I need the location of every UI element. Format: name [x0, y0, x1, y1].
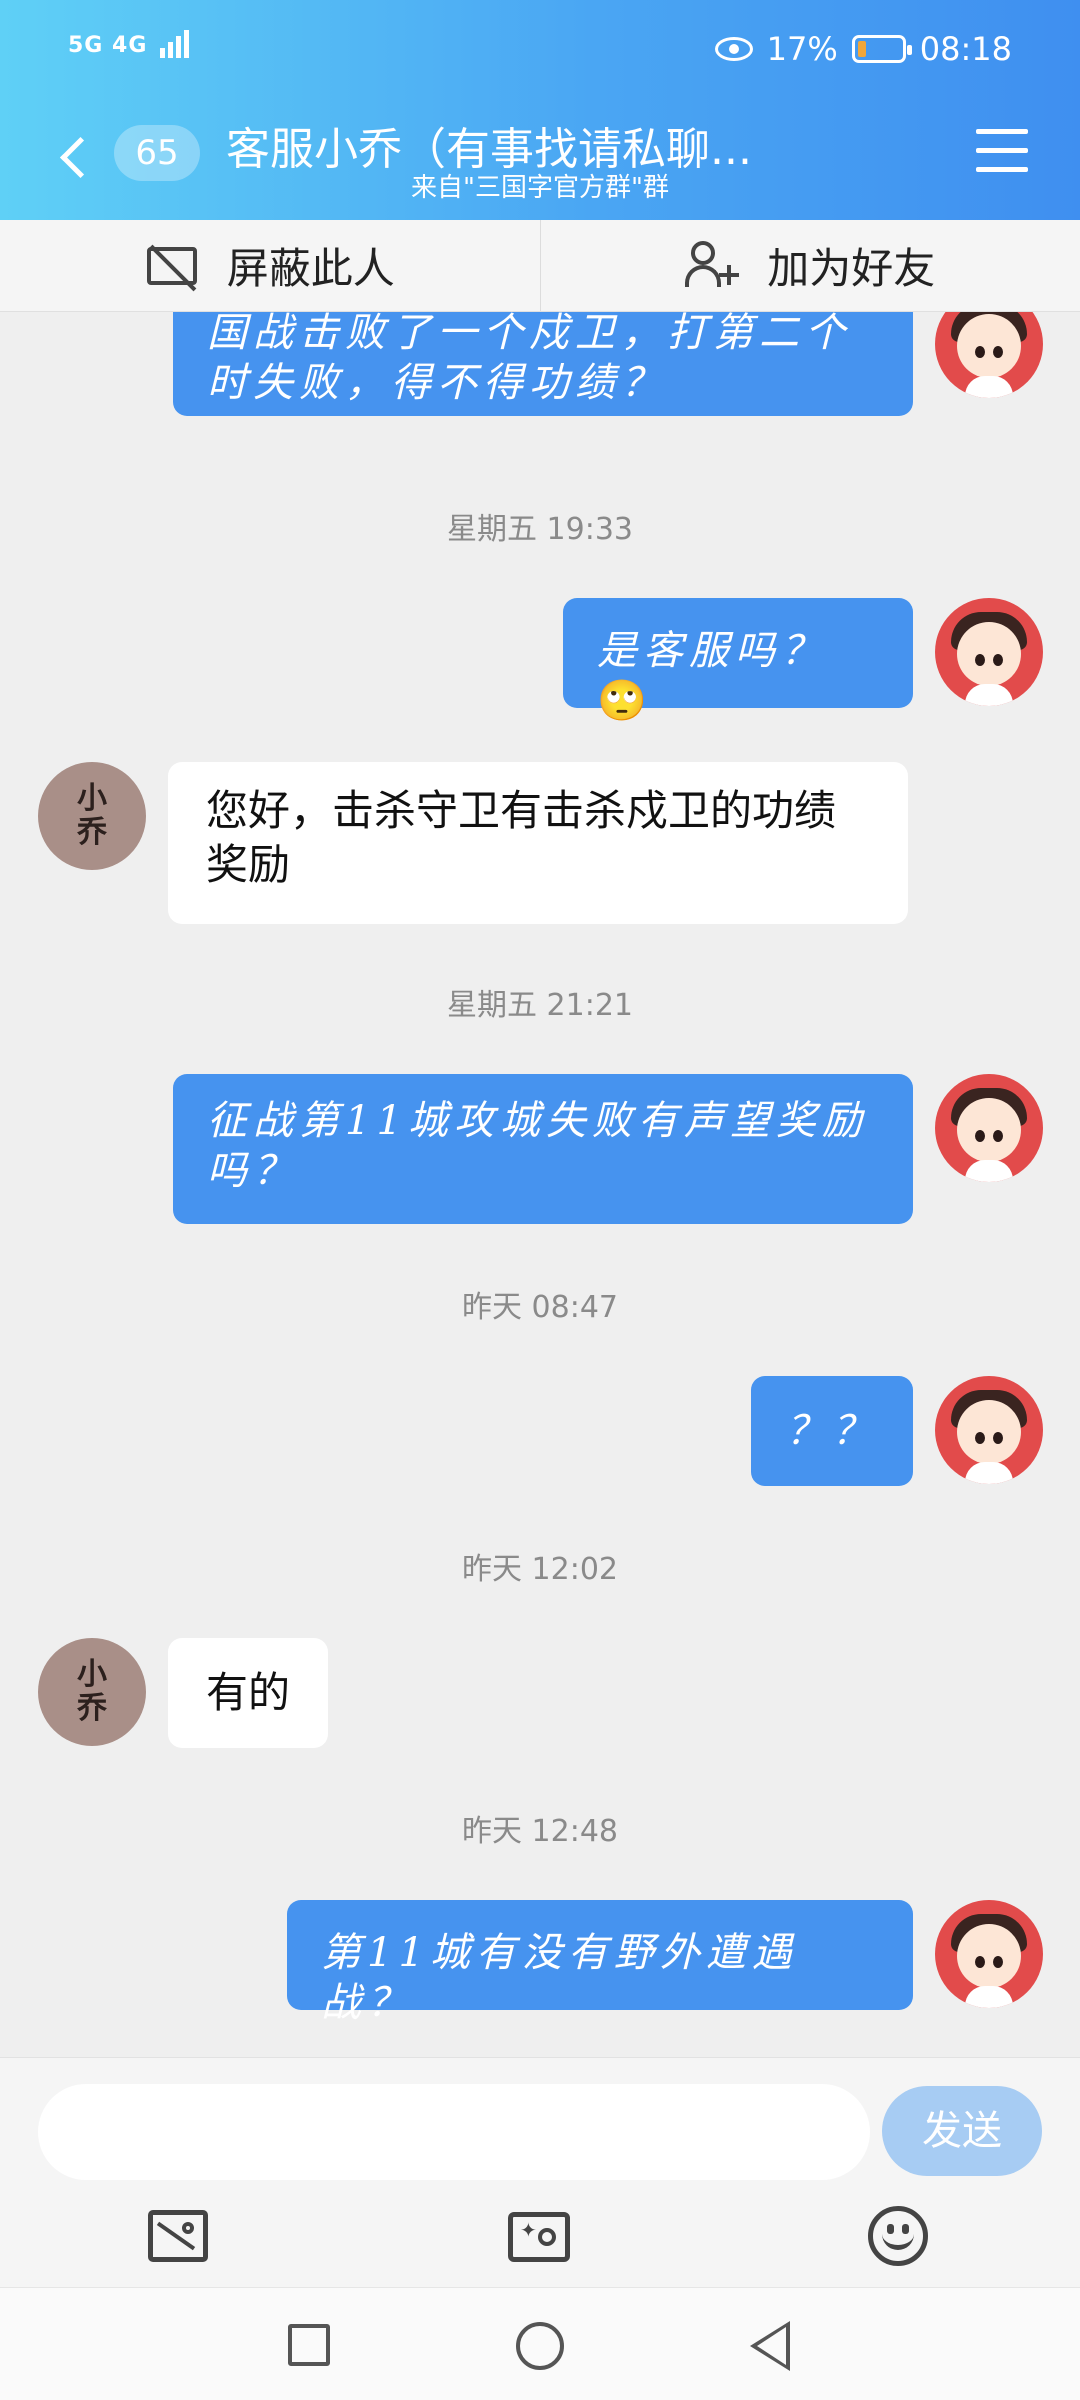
home-button[interactable]	[516, 2322, 564, 2370]
cs-avatar-text: 小乔	[77, 1657, 107, 1726]
message-bubble-outgoing[interactable]: 第11城有没有野外遭遇战？	[287, 1900, 913, 2026]
message-text: ？？	[786, 1408, 878, 1454]
camera-icon[interactable]: ✦	[506, 2206, 572, 2266]
timestamp: 昨天 08:47	[462, 1290, 618, 1325]
battery-percent: 17%	[766, 30, 838, 68]
nav-bar: 65 客服小乔（有事找请私聊... 来自"三国字官方群"群	[0, 105, 1080, 220]
timestamp: 星期五 21:21	[447, 988, 633, 1023]
message-text: 有的	[206, 1668, 291, 1717]
send-button[interactable]: 发送	[882, 2086, 1042, 2176]
message-text: 第11城有没有野外遭遇战？	[321, 1930, 798, 2026]
message-bubble-outgoing[interactable]: 国战击败了一个戍卫，打第二个时失败，得不得功绩？	[173, 312, 913, 416]
message-text: 征战第11城攻城失败有声望奖励吗？	[207, 1098, 868, 1194]
block-user-button[interactable]: 屏蔽此人	[0, 220, 540, 311]
status-time: 08:18	[919, 30, 1012, 68]
cs-avatar-text: 小乔	[77, 781, 107, 850]
block-label: 屏蔽此人	[226, 244, 395, 293]
battery-icon	[851, 35, 912, 63]
message-bubble-incoming[interactable]: 有的	[168, 1638, 328, 1748]
timestamp: 昨天 12:02	[462, 1552, 618, 1587]
network-signal: 5G 4G	[68, 30, 192, 58]
emoji: 🙄	[597, 678, 647, 724]
action-bar: 屏蔽此人 加为好友	[0, 220, 1080, 312]
cs-avatar[interactable]: 小乔	[38, 762, 146, 870]
input-bar: 发送 ✦	[0, 2057, 1080, 2287]
my-avatar[interactable]	[935, 1900, 1043, 2008]
image-icon[interactable]	[146, 2206, 212, 2266]
add-friend-button[interactable]: 加为好友	[539, 220, 1080, 311]
message-bubble-incoming[interactable]: 您好，击杀守卫有击杀戍卫的功绩奖励	[168, 762, 908, 924]
timestamp: 星期五 19:33	[447, 512, 633, 547]
chat-subtitle: 来自"三国字官方群"群	[411, 173, 669, 203]
menu-button[interactable]	[976, 129, 1028, 175]
message-bubble-outgoing[interactable]: 是客服吗？ 🙄	[563, 598, 913, 724]
message-text: 您好，击杀守卫有击杀戍卫的功绩奖励	[206, 786, 837, 889]
battery-level	[857, 41, 866, 57]
system-nav-bar	[0, 2287, 1080, 2400]
network-label: 5G 4G	[68, 33, 148, 58]
my-avatar[interactable]	[935, 1376, 1043, 1484]
add-user-icon	[685, 240, 740, 291]
status-bar: 5G 4G 17% 08:18	[0, 0, 1080, 105]
message-text: 国战击败了一个戍卫，打第二个时失败，得不得功绩？	[207, 312, 851, 406]
emoji-icon[interactable]	[866, 2206, 932, 2266]
my-avatar[interactable]	[935, 312, 1043, 398]
eye-icon	[714, 37, 753, 61]
message-text: 是客服吗？	[597, 628, 827, 674]
message-bubble-outgoing[interactable]: 征战第11城攻城失败有声望奖励吗？	[173, 1074, 913, 1224]
recent-apps-button[interactable]	[288, 2324, 330, 2366]
header: 5G 4G 17% 08:18 65 客服小乔（有事找请私聊... 来自"三国字…	[0, 0, 1080, 220]
message-bubble-outgoing[interactable]: ？？	[751, 1376, 913, 1486]
cs-avatar[interactable]: 小乔	[38, 1638, 146, 1746]
message-input[interactable]	[38, 2084, 870, 2180]
signal-bars-icon	[160, 30, 192, 58]
block-icon	[145, 241, 199, 291]
my-avatar[interactable]	[935, 1074, 1043, 1182]
my-avatar[interactable]	[935, 598, 1043, 706]
system-back-button[interactable]	[750, 2321, 790, 2371]
chat-area[interactable]: 国战击败了一个戍卫，打第二个时失败，得不得功绩？ 星期五 19:33 是客服吗？…	[0, 312, 1080, 2057]
add-friend-label: 加为好友	[767, 244, 936, 293]
timestamp: 昨天 12:48	[462, 1814, 618, 1849]
